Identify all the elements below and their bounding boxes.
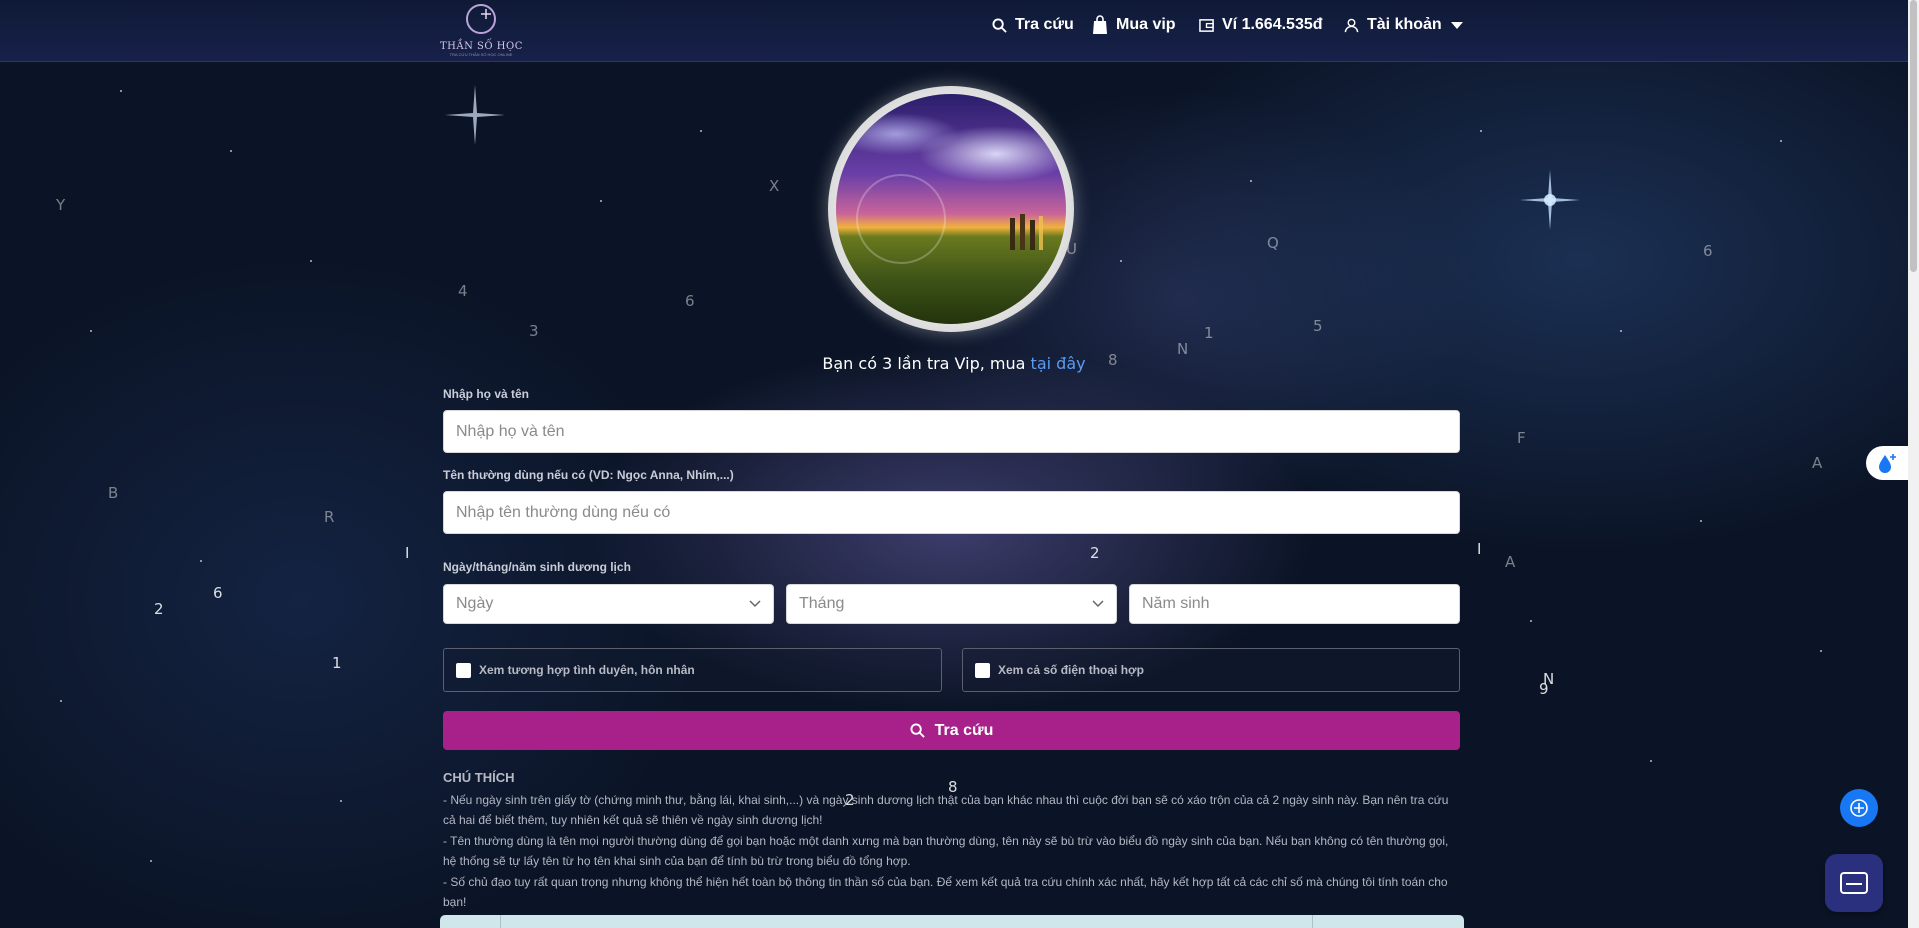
marriage-compat-label: Xem tương hợp tình duyên, hôn nhân	[479, 663, 695, 677]
nav-wallet-label: Ví 1.664.535đ	[1222, 16, 1323, 33]
nav-account-dropdown[interactable]: Tài khoản	[1344, 0, 1464, 50]
floating-char: 6	[213, 584, 223, 602]
gate-illustration	[1010, 214, 1043, 250]
phone-number-checkbox[interactable]	[975, 662, 990, 678]
note-line: - Số chủ đạo tuy rất quan trọng nhưng kh…	[443, 874, 1448, 910]
results-table-header	[440, 915, 1464, 928]
day-select-value: Ngày	[456, 595, 494, 612]
nav-account-label: Tài khoản	[1367, 16, 1442, 33]
floating-char: 9	[1539, 680, 1549, 698]
note-line: - Tên thường dùng là tên mọi người thườn…	[443, 833, 1449, 869]
notes-title: CHÚ THÍCH	[443, 770, 515, 785]
floating-char: F	[1517, 429, 1526, 447]
search-icon	[992, 17, 1007, 33]
vip-notice: Bạn có 3 lần tra Vip, mua tại đây	[0, 354, 1908, 373]
full-name-label: Nhập họ và tên	[443, 387, 530, 401]
floating-char: 1	[1204, 324, 1214, 342]
day-select[interactable]: Ngày	[443, 584, 774, 624]
mail-icon	[1840, 872, 1868, 894]
floating-char: Q	[1267, 234, 1279, 252]
hero-avatar-frame	[828, 86, 1074, 332]
floating-char: 6	[1703, 242, 1713, 260]
nav-buy-vip-link[interactable]: Mua vip	[1092, 0, 1176, 50]
submit-lookup-label: Tra cứu	[934, 721, 994, 739]
weather-widget-button[interactable]	[1866, 446, 1908, 480]
scrollbar-thumb[interactable]	[1910, 0, 1917, 272]
floating-char: 1	[332, 654, 342, 672]
chevron-down-icon	[1092, 600, 1104, 608]
note-line: - Nếu ngày sinh trên giấy tờ (chứng minh…	[443, 792, 1449, 828]
page-scrollbar[interactable]	[1908, 0, 1919, 928]
nickname-input[interactable]	[443, 491, 1460, 534]
user-icon	[1344, 18, 1359, 32]
clock-illustration	[856, 174, 946, 264]
floating-char: 6	[685, 292, 695, 310]
logo-subtext: TRA CỨU THẦN SỐ HỌC ONLINE	[449, 52, 513, 57]
buy-vip-link[interactable]: tại đây	[1031, 354, 1086, 373]
full-name-input[interactable]	[443, 410, 1460, 453]
birth-year-input[interactable]	[1129, 584, 1460, 624]
floating-char: A	[1812, 454, 1823, 472]
shopping-bag-icon	[1093, 15, 1107, 34]
nickname-label: Tên thường dùng nếu có (VD: Ngọc Anna, N…	[443, 468, 734, 482]
floating-char: I	[1477, 540, 1482, 558]
top-navbar: THẦN SỐ HỌC TRA CỨU THẦN SỐ HỌC ONLINE T…	[0, 0, 1908, 62]
wallet-icon	[1199, 18, 1214, 32]
month-select[interactable]: Tháng	[786, 584, 1117, 624]
floating-char: R	[324, 508, 335, 526]
search-icon	[910, 723, 925, 738]
vip-notice-text: Bạn có 3 lần tra Vip, mua	[822, 354, 1031, 373]
star-sparkle-icon	[445, 85, 505, 145]
floating-char: 2	[1090, 544, 1100, 562]
expand-actions-button[interactable]	[1840, 789, 1878, 827]
nav-buy-vip-label: Mua vip	[1116, 16, 1176, 33]
birthdate-label: Ngày/tháng/năm sinh dương lịch	[443, 560, 631, 574]
caret-down-icon	[1450, 22, 1463, 29]
site-logo[interactable]: THẦN SỐ HỌC TRA CỨU THẦN SỐ HỌC ONLINE	[440, 2, 523, 57]
chevron-down-icon	[749, 600, 761, 608]
nav-wallet-link[interactable]: Ví 1.664.535đ	[1199, 0, 1323, 50]
floating-char: B	[108, 484, 119, 502]
phone-number-option[interactable]: Xem cả số điện thoại hợp	[962, 648, 1460, 692]
submit-lookup-button[interactable]: Tra cứu	[443, 711, 1460, 750]
notes-section: CHÚ THÍCH - Nếu ngày sinh trên giấy tờ (…	[443, 768, 1463, 913]
nav-search-label: Tra cứu	[1015, 16, 1074, 33]
marriage-compat-option[interactable]: Xem tương hợp tình duyên, hôn nhân	[443, 648, 942, 692]
plus-circle-icon	[1850, 799, 1868, 817]
floating-char: 2	[154, 600, 164, 618]
floating-char: 3	[529, 322, 539, 340]
month-select-value: Tháng	[799, 595, 845, 612]
floating-char: 5	[1313, 317, 1323, 335]
floating-char: X	[769, 177, 780, 195]
marriage-compat-checkbox[interactable]	[456, 662, 471, 678]
contact-mail-button[interactable]	[1825, 854, 1883, 912]
water-drop-icon	[1879, 454, 1896, 473]
nav-search-link[interactable]: Tra cứu	[992, 0, 1074, 50]
floating-char: 4	[458, 282, 468, 300]
hero-image	[836, 94, 1066, 324]
phone-number-label: Xem cả số điện thoại hợp	[998, 663, 1144, 677]
floating-char: A	[1505, 553, 1516, 571]
star-sparkle-icon	[1520, 170, 1580, 230]
moon-logo-icon	[466, 4, 496, 34]
floating-char: Y	[56, 196, 66, 214]
logo-text: THẦN SỐ HỌC	[440, 41, 523, 52]
floating-char: I	[405, 544, 410, 562]
